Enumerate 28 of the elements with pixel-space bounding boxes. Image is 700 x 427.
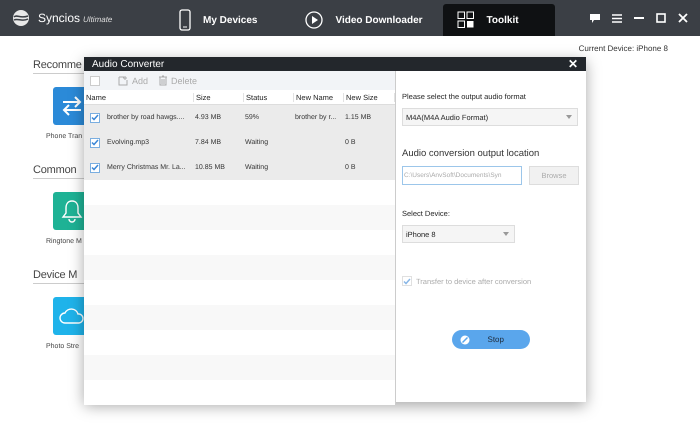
stop-button[interactable]: Stop [452, 330, 530, 349]
caret-icon [503, 232, 509, 236]
maximize-icon[interactable] [656, 13, 666, 23]
cloud-icon [59, 307, 85, 325]
play-icon [305, 11, 324, 29]
row-checkbox[interactable] [90, 138, 100, 148]
phone-icon [179, 9, 191, 31]
bell-icon [61, 199, 83, 223]
close-button[interactable]: ✕ [568, 57, 578, 71]
nav-tab[interactable]: Video Downloader [291, 4, 437, 36]
add-file-icon [118, 75, 129, 86]
location-label: Audio conversion output location [402, 148, 540, 159]
trash-icon [158, 75, 168, 86]
caret-icon [566, 115, 572, 119]
close-icon[interactable] [678, 13, 688, 23]
row-checkbox[interactable] [90, 162, 100, 172]
dialog-title: Audio Converter [92, 58, 164, 70]
nav-tab[interactable]: My Devices [165, 4, 272, 36]
current-device: Current Device: iPhone 8 [578, 44, 668, 53]
arrows-icon [60, 95, 84, 117]
nav-tab[interactable]: Toolkit [442, 4, 555, 36]
row-checkbox[interactable] [90, 112, 100, 122]
chat-icon[interactable] [590, 14, 600, 22]
app-name: Syncios Ultimate [38, 10, 112, 27]
menu-icon[interactable] [612, 14, 622, 22]
stop-icon [460, 334, 470, 344]
logo-icon [12, 9, 30, 27]
grid-icon [456, 11, 475, 29]
